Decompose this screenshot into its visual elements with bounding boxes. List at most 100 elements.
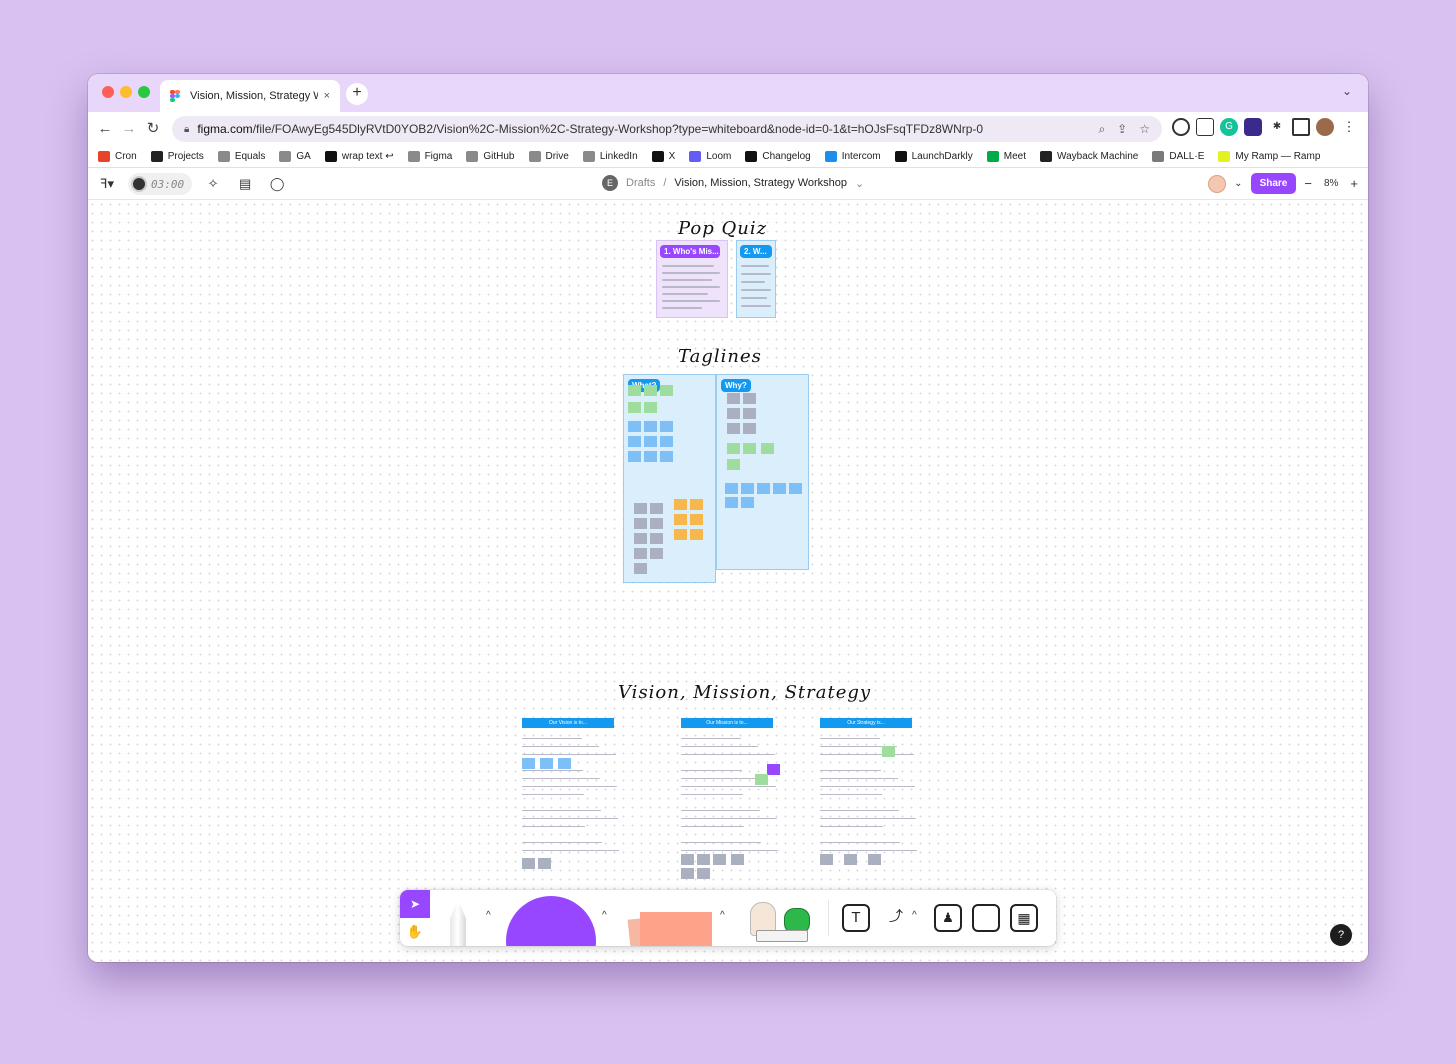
zoom-level[interactable]: 8%: [1324, 178, 1338, 189]
zoom-in-button[interactable]: +: [1350, 176, 1358, 191]
sticky-note[interactable]: [757, 483, 770, 494]
sticky-caret-icon[interactable]: ^: [720, 910, 725, 921]
sticky-note[interactable]: [660, 436, 673, 447]
sticky-note[interactable]: [789, 483, 802, 494]
browser-menu-icon[interactable]: ⋮: [1340, 118, 1358, 136]
sticky-note[interactable]: [743, 423, 756, 434]
sticky-note[interactable]: [650, 518, 663, 529]
zoom-out-button[interactable]: −: [1304, 176, 1312, 191]
puzzle-extensions-icon[interactable]: ✱: [1268, 118, 1286, 136]
sticky-note[interactable]: [743, 393, 756, 404]
sticky-note[interactable]: [690, 529, 703, 540]
sticky-note[interactable]: [761, 443, 774, 454]
forward-button[interactable]: →: [118, 118, 140, 140]
sticky-note-tool-button[interactable]: [622, 902, 712, 946]
sticky-note[interactable]: [522, 858, 535, 869]
sticky-note[interactable]: [644, 451, 657, 462]
bookmark-item[interactable]: Loom: [689, 151, 731, 162]
bookmark-item[interactable]: My Ramp — Ramp: [1218, 151, 1320, 162]
tagline-why-board[interactable]: Why?: [716, 374, 809, 570]
sticky-note[interactable]: [644, 421, 657, 432]
text-tool-button[interactable]: T: [842, 904, 870, 932]
bookmark-item[interactable]: wrap text ↩: [324, 151, 394, 162]
bookmark-item[interactable]: DALL·E: [1152, 151, 1204, 162]
maximize-window-button[interactable]: [138, 86, 150, 98]
shape-caret-icon[interactable]: ^: [602, 910, 607, 921]
bookmark-item[interactable]: Intercom: [824, 151, 881, 162]
new-tab-button[interactable]: +: [346, 83, 368, 105]
sticky-note[interactable]: [773, 483, 786, 494]
bookmark-item[interactable]: Figma: [407, 151, 452, 162]
share-button[interactable]: Share: [1250, 173, 1297, 194]
sticky-note[interactable]: [882, 746, 895, 757]
sticky-note[interactable]: [820, 854, 833, 865]
browser-tab[interactable]: Vision, Mission, Strategy Work ×: [160, 80, 340, 112]
share-page-icon[interactable]: ⇪: [1117, 122, 1127, 136]
connector-tool-button[interactable]: ⤴: [880, 904, 912, 932]
sticky-note[interactable]: [650, 548, 663, 559]
close-window-button[interactable]: [102, 86, 114, 98]
sticky-note[interactable]: [767, 764, 780, 775]
sticky-note[interactable]: [650, 533, 663, 544]
bookmark-item[interactable]: X: [651, 151, 675, 162]
bookmark-item[interactable]: Drive: [528, 151, 569, 162]
pen-caret-icon[interactable]: ^: [486, 910, 491, 921]
bookmark-item[interactable]: GitHub: [466, 151, 515, 162]
layout-panel-icon[interactable]: ▤: [234, 173, 256, 195]
sticky-note[interactable]: [634, 563, 647, 574]
bookmark-item[interactable]: Equals: [217, 151, 265, 162]
sticky-note[interactable]: [690, 514, 703, 525]
sticky-note[interactable]: [697, 868, 710, 879]
sticky-note[interactable]: [681, 854, 694, 865]
sticky-note[interactable]: [713, 854, 726, 865]
ai-sparkle-icon[interactable]: ✧: [202, 173, 224, 195]
sticky-note[interactable]: [725, 483, 738, 494]
pen-tool-button[interactable]: [450, 900, 466, 946]
sticky-note[interactable]: [644, 385, 657, 396]
minimize-window-button[interactable]: [120, 86, 132, 98]
connector-caret-icon[interactable]: ^: [912, 910, 917, 921]
sticky-note[interactable]: [634, 518, 647, 529]
whiteboard-canvas[interactable]: Pop Quiz 1. Who's Mis... 2. W... Tagline…: [88, 200, 1368, 962]
sticky-note[interactable]: [844, 854, 857, 865]
sticky-note[interactable]: [522, 758, 535, 769]
bookmark-item[interactable]: LaunchDarkly: [894, 151, 973, 162]
sticky-note[interactable]: [727, 408, 740, 419]
screenshot-extension-icon[interactable]: [1196, 118, 1214, 136]
sticky-note[interactable]: [660, 421, 673, 432]
sticky-note[interactable]: [681, 868, 694, 879]
sticky-note[interactable]: [690, 499, 703, 510]
sticky-note[interactable]: [660, 385, 673, 396]
back-button[interactable]: ←: [94, 118, 116, 140]
sticky-note[interactable]: [628, 402, 641, 413]
file-name[interactable]: Vision, Mission, Strategy Workshop: [674, 177, 847, 189]
sticky-note[interactable]: [628, 385, 641, 396]
sticky-note[interactable]: [558, 758, 571, 769]
mission-doc[interactable]: Our Mission is to...: [681, 718, 801, 879]
sticky-note[interactable]: [674, 499, 687, 510]
vision-doc[interactable]: Our Vision is to...: [522, 718, 642, 878]
sticky-note[interactable]: [725, 497, 738, 508]
sticky-note[interactable]: [634, 503, 647, 514]
sticky-note[interactable]: [538, 858, 551, 869]
tagline-what-board[interactable]: What?: [623, 374, 716, 583]
sticky-note[interactable]: [727, 459, 740, 470]
sticky-note[interactable]: [634, 533, 647, 544]
sticky-note[interactable]: [674, 529, 687, 540]
sticky-note[interactable]: [741, 497, 754, 508]
stickers-tool-button[interactable]: [746, 898, 816, 946]
bookmark-item[interactable]: GA: [279, 151, 311, 162]
sticky-note[interactable]: [743, 443, 756, 454]
sticky-note[interactable]: [634, 548, 647, 559]
hand-tool-button[interactable]: ✋: [400, 918, 430, 946]
side-panel-icon[interactable]: [1292, 118, 1310, 136]
file-chevron-icon[interactable]: ⌄: [855, 177, 864, 190]
table-tool-button[interactable]: ▦: [1010, 904, 1038, 932]
sticky-note[interactable]: [743, 408, 756, 419]
tab-search-chevron-icon[interactable]: ⌄: [1342, 84, 1352, 98]
sticky-note[interactable]: [628, 421, 641, 432]
stamp-tool-button[interactable]: ♟: [934, 904, 962, 932]
bookmark-star-icon[interactable]: ☆: [1139, 122, 1150, 136]
strategy-doc[interactable]: Our Strategy is...: [820, 718, 940, 878]
sticky-note[interactable]: [697, 854, 710, 865]
